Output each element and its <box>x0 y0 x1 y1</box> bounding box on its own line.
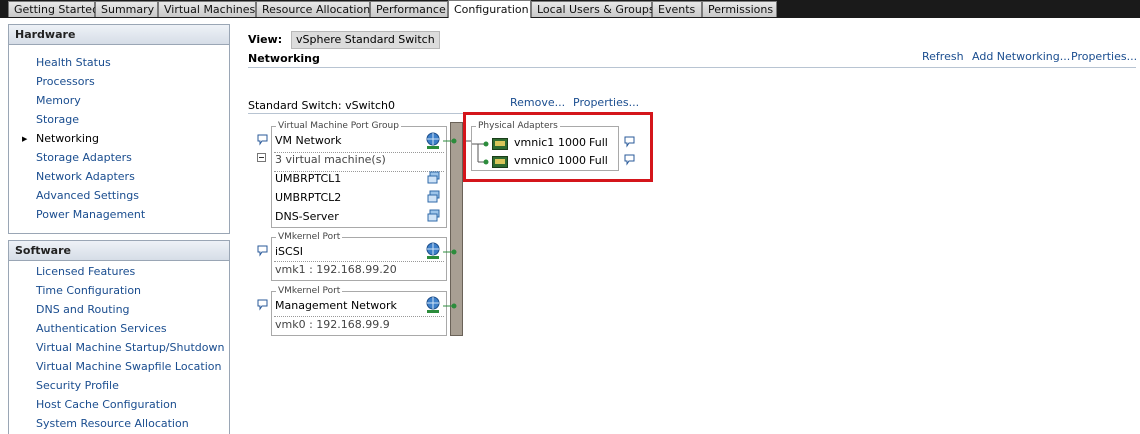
nav-licensed-features[interactable]: Licensed Features <box>36 265 135 279</box>
vm-item-2[interactable]: UMBRPTCL2 <box>275 191 341 205</box>
vmkernel-management-legend: VMkernel Port <box>276 285 343 297</box>
tab-bar: Getting Started Summary Virtual Machines… <box>0 0 1140 18</box>
vmkernel-iscsi-legend: VMkernel Port <box>276 231 343 243</box>
software-panel: Software Licensed Features Time Configur… <box>8 240 230 434</box>
nav-networking[interactable]: Networking <box>36 132 99 146</box>
vmk1-detail: vmk1 : 192.168.99.20 <box>275 263 397 276</box>
vmk0-detail: vmk0 : 192.168.99.9 <box>275 318 390 331</box>
nav-authentication-services[interactable]: Authentication Services <box>36 322 167 336</box>
view-selector[interactable]: vSphere Standard Switch <box>291 31 440 49</box>
vmkernel-management-box: VMkernel Port Management Network vmk0 : … <box>271 285 447 336</box>
speech-bubble-icon[interactable] <box>257 299 268 311</box>
tab-performance[interactable]: Performance <box>370 1 448 17</box>
nav-security-profile[interactable]: Security Profile <box>36 379 119 393</box>
nav-advanced-settings[interactable]: Advanced Settings <box>36 189 139 203</box>
management-network-name: Management Network <box>275 299 397 312</box>
nav-host-cache-configuration[interactable]: Host Cache Configuration <box>36 398 177 412</box>
view-label: View: <box>248 33 283 46</box>
left-navigation: Hardware Health Status Processors Memory… <box>8 24 230 434</box>
nav-storage-adapters[interactable]: Storage Adapters <box>36 151 132 165</box>
configuration-content: Hardware Health Status Processors Memory… <box>0 18 1140 434</box>
nav-memory[interactable]: Memory <box>36 94 81 108</box>
hardware-panel: Hardware Health Status Processors Memory… <box>8 24 230 234</box>
hardware-title: Hardware <box>9 25 229 45</box>
nav-dns-routing[interactable]: DNS and Routing <box>36 303 130 317</box>
header-divider <box>248 67 1136 68</box>
software-title: Software <box>9 241 229 261</box>
nav-system-resource-allocation[interactable]: System Resource Allocation <box>36 417 189 431</box>
tab-configuration[interactable]: Configuration <box>448 0 531 18</box>
switch-title: Standard Switch: vSwitch0 <box>248 99 395 112</box>
collapse-icon[interactable] <box>257 153 267 163</box>
vm-network-name: VM Network <box>275 134 342 147</box>
vm-item-1[interactable]: UMBRPTCL1 <box>275 172 341 186</box>
nav-processors[interactable]: Processors <box>36 75 95 89</box>
tab-permissions[interactable]: Permissions <box>702 1 777 17</box>
switch-properties-link[interactable]: Properties... <box>573 96 639 109</box>
speech-bubble-icon[interactable] <box>257 245 268 257</box>
highlight-box <box>463 112 653 182</box>
tab-getting-started[interactable]: Getting Started <box>8 1 99 17</box>
vm-item-3[interactable]: DNS-Server <box>275 210 339 224</box>
nav-storage[interactable]: Storage <box>36 113 79 127</box>
nav-health-status[interactable]: Health Status <box>36 56 111 70</box>
nav-vm-startup-shutdown[interactable]: Virtual Machine Startup/Shutdown <box>36 341 224 355</box>
nav-time-configuration[interactable]: Time Configuration <box>36 284 141 298</box>
networking-properties-link[interactable]: Properties... <box>1071 50 1137 63</box>
tab-virtual-machines[interactable]: Virtual Machines <box>158 1 256 17</box>
nav-vm-swapfile-location[interactable]: Virtual Machine Swapfile Location <box>36 360 221 374</box>
selected-arrow-icon: ▶ <box>22 135 28 143</box>
vmkernel-iscsi-box: VMkernel Port iSCSI vmk1 : 192.168.99.20 <box>271 231 447 281</box>
nav-network-adapters[interactable]: Network Adapters <box>36 170 135 184</box>
add-networking-link[interactable]: Add Networking... <box>972 50 1070 63</box>
tab-resource-allocation[interactable]: Resource Allocation <box>256 1 370 17</box>
nav-power-management[interactable]: Power Management <box>36 208 145 222</box>
vm-count: 3 virtual machine(s) <box>275 153 386 166</box>
tab-summary[interactable]: Summary <box>95 1 158 17</box>
iscsi-name: iSCSI <box>275 245 303 258</box>
tab-events[interactable]: Events <box>652 1 702 17</box>
refresh-link[interactable]: Refresh <box>922 50 964 63</box>
tab-local-users-groups[interactable]: Local Users & Groups <box>531 1 655 17</box>
speech-bubble-icon[interactable] <box>257 134 268 146</box>
vm-port-group-box: Virtual Machine Port Group VM Network 3 … <box>271 120 447 228</box>
switch-remove-link[interactable]: Remove... <box>510 96 565 109</box>
vm-port-group-legend: Virtual Machine Port Group <box>276 120 401 132</box>
networking-title: Networking <box>248 52 320 65</box>
